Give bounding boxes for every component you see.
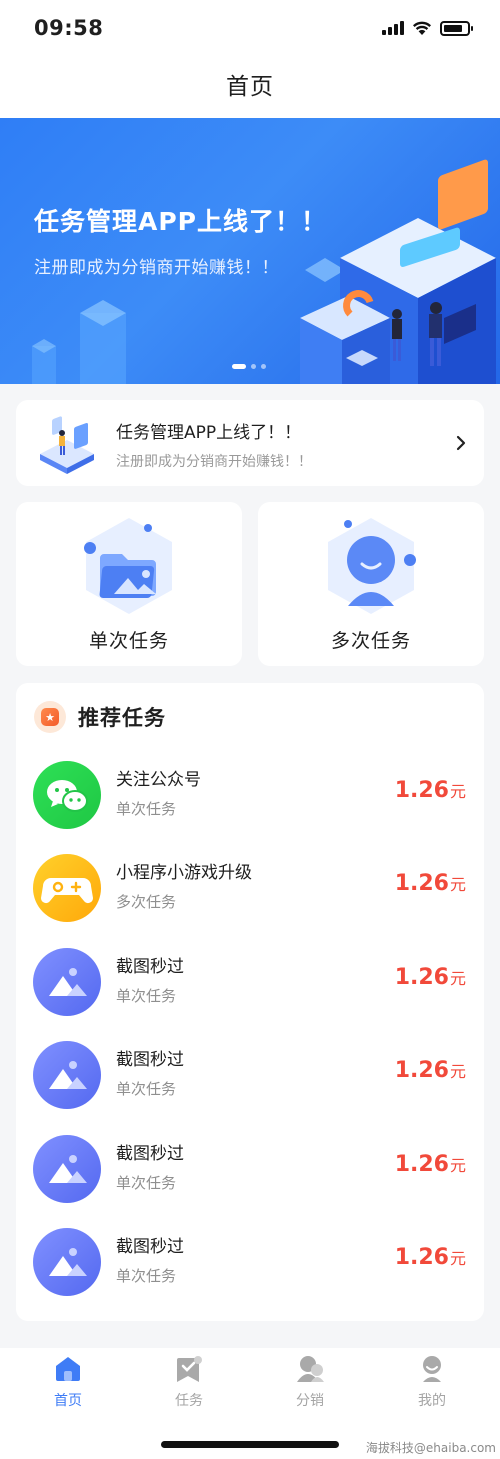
wechat-icon	[33, 761, 101, 829]
home-indicator	[161, 1441, 339, 1448]
recommended-tasks-section: ★ 推荐任务 关注公众号 单次任务 1.26元 小程序小游戏升级 多次任务 1.…	[16, 683, 484, 1321]
task-name: 截图秒过	[116, 1144, 184, 1164]
status-time: 09:58	[34, 16, 104, 40]
nav-bar: 首页	[0, 56, 500, 118]
task-price: 1.26元	[394, 778, 466, 803]
star-badge-icon: ★	[34, 701, 66, 733]
banner-carousel[interactable]	[0, 118, 500, 384]
task-kind: 多次任务	[116, 893, 177, 911]
chevron-right-icon	[456, 435, 466, 451]
carousel-indicator[interactable]	[232, 364, 266, 369]
announcement-illustration	[40, 416, 94, 474]
image-icon	[33, 1135, 101, 1203]
task-price: 1.26元	[394, 1245, 466, 1270]
announcement-title: 任务管理APP上线了！！	[116, 423, 302, 443]
recommended-title: 推荐任务	[78, 706, 166, 730]
task-kind: 单次任务	[116, 987, 177, 1005]
task-price: 1.26元	[394, 871, 466, 896]
task-name: 截图秒过	[116, 1050, 184, 1070]
task-name: 关注公众号	[116, 770, 201, 790]
task-name: 截图秒过	[116, 957, 184, 977]
recommended-header: ★ 推荐任务	[34, 701, 166, 733]
status-icons	[382, 20, 473, 36]
task-row[interactable]: 小程序小游戏升级 多次任务 1.26元	[16, 854, 484, 947]
tab-label: 任务	[175, 1393, 203, 1409]
user-avatar-icon	[328, 518, 416, 614]
image-icon	[33, 1041, 101, 1109]
task-name: 小程序小游戏升级	[116, 863, 252, 883]
task-row[interactable]: 截图秒过 单次任务 1.26元	[16, 1228, 484, 1321]
task-name: 截图秒过	[116, 1237, 184, 1257]
multi-task-card[interactable]: 多次任务	[258, 502, 484, 666]
task-row[interactable]: 截图秒过 单次任务 1.26元	[16, 1135, 484, 1228]
task-row[interactable]: 截图秒过 单次任务 1.26元	[16, 948, 484, 1041]
tab-label: 我的	[418, 1393, 446, 1409]
banner-subtitle: 注册即成为分销商开始赚钱！！	[34, 258, 279, 278]
task-price: 1.26元	[394, 1152, 466, 1177]
banner-illustration	[32, 159, 496, 384]
multi-task-label: 多次任务	[330, 630, 411, 652]
single-task-label: 单次任务	[88, 630, 169, 652]
task-icon	[177, 1356, 202, 1382]
signal-icon	[382, 21, 404, 35]
task-row[interactable]: 关注公众号 单次任务 1.26元	[16, 761, 484, 854]
folder-image-icon	[84, 518, 172, 614]
carousel-dot-active[interactable]	[232, 364, 246, 369]
tab-distribution[interactable]: 分销	[270, 1354, 350, 1414]
task-row[interactable]: 截图秒过 单次任务 1.26元	[16, 1041, 484, 1134]
page-title: 首页	[226, 74, 274, 100]
task-price: 1.26元	[394, 965, 466, 990]
task-kind: 单次任务	[116, 1080, 177, 1098]
gamepad-icon	[33, 854, 101, 922]
carousel-dot[interactable]	[261, 364, 266, 369]
task-price: 1.26元	[394, 1058, 466, 1083]
profile-icon	[423, 1356, 441, 1382]
task-kind: 单次任务	[116, 800, 177, 818]
image-icon	[33, 1228, 101, 1296]
wifi-icon	[413, 21, 431, 35]
announcement-card[interactable]: 任务管理APP上线了！！ 注册即成为分销商开始赚钱！！	[16, 400, 484, 486]
battery-icon	[440, 20, 473, 36]
single-task-card[interactable]: 单次任务	[16, 502, 242, 666]
banner-title: 任务管理APP上线了！！	[34, 207, 327, 236]
carousel-dot[interactable]	[251, 364, 256, 369]
tab-label: 首页	[54, 1393, 82, 1409]
announcement-subtitle: 注册即成为分销商开始赚钱！！	[116, 454, 312, 470]
image-icon	[33, 948, 101, 1016]
distribution-icon	[297, 1356, 324, 1382]
status-bar: 09:58	[0, 0, 500, 56]
task-kind: 单次任务	[116, 1174, 177, 1192]
home-icon	[56, 1357, 80, 1381]
watermark: 海拔科技@ehaiba.com	[365, 1441, 496, 1455]
tab-tasks[interactable]: 任务	[149, 1354, 229, 1414]
tab-label: 分销	[296, 1393, 324, 1409]
tab-home[interactable]: 首页	[28, 1354, 108, 1414]
tab-profile[interactable]: 我的	[392, 1354, 472, 1414]
task-kind: 单次任务	[116, 1267, 177, 1285]
